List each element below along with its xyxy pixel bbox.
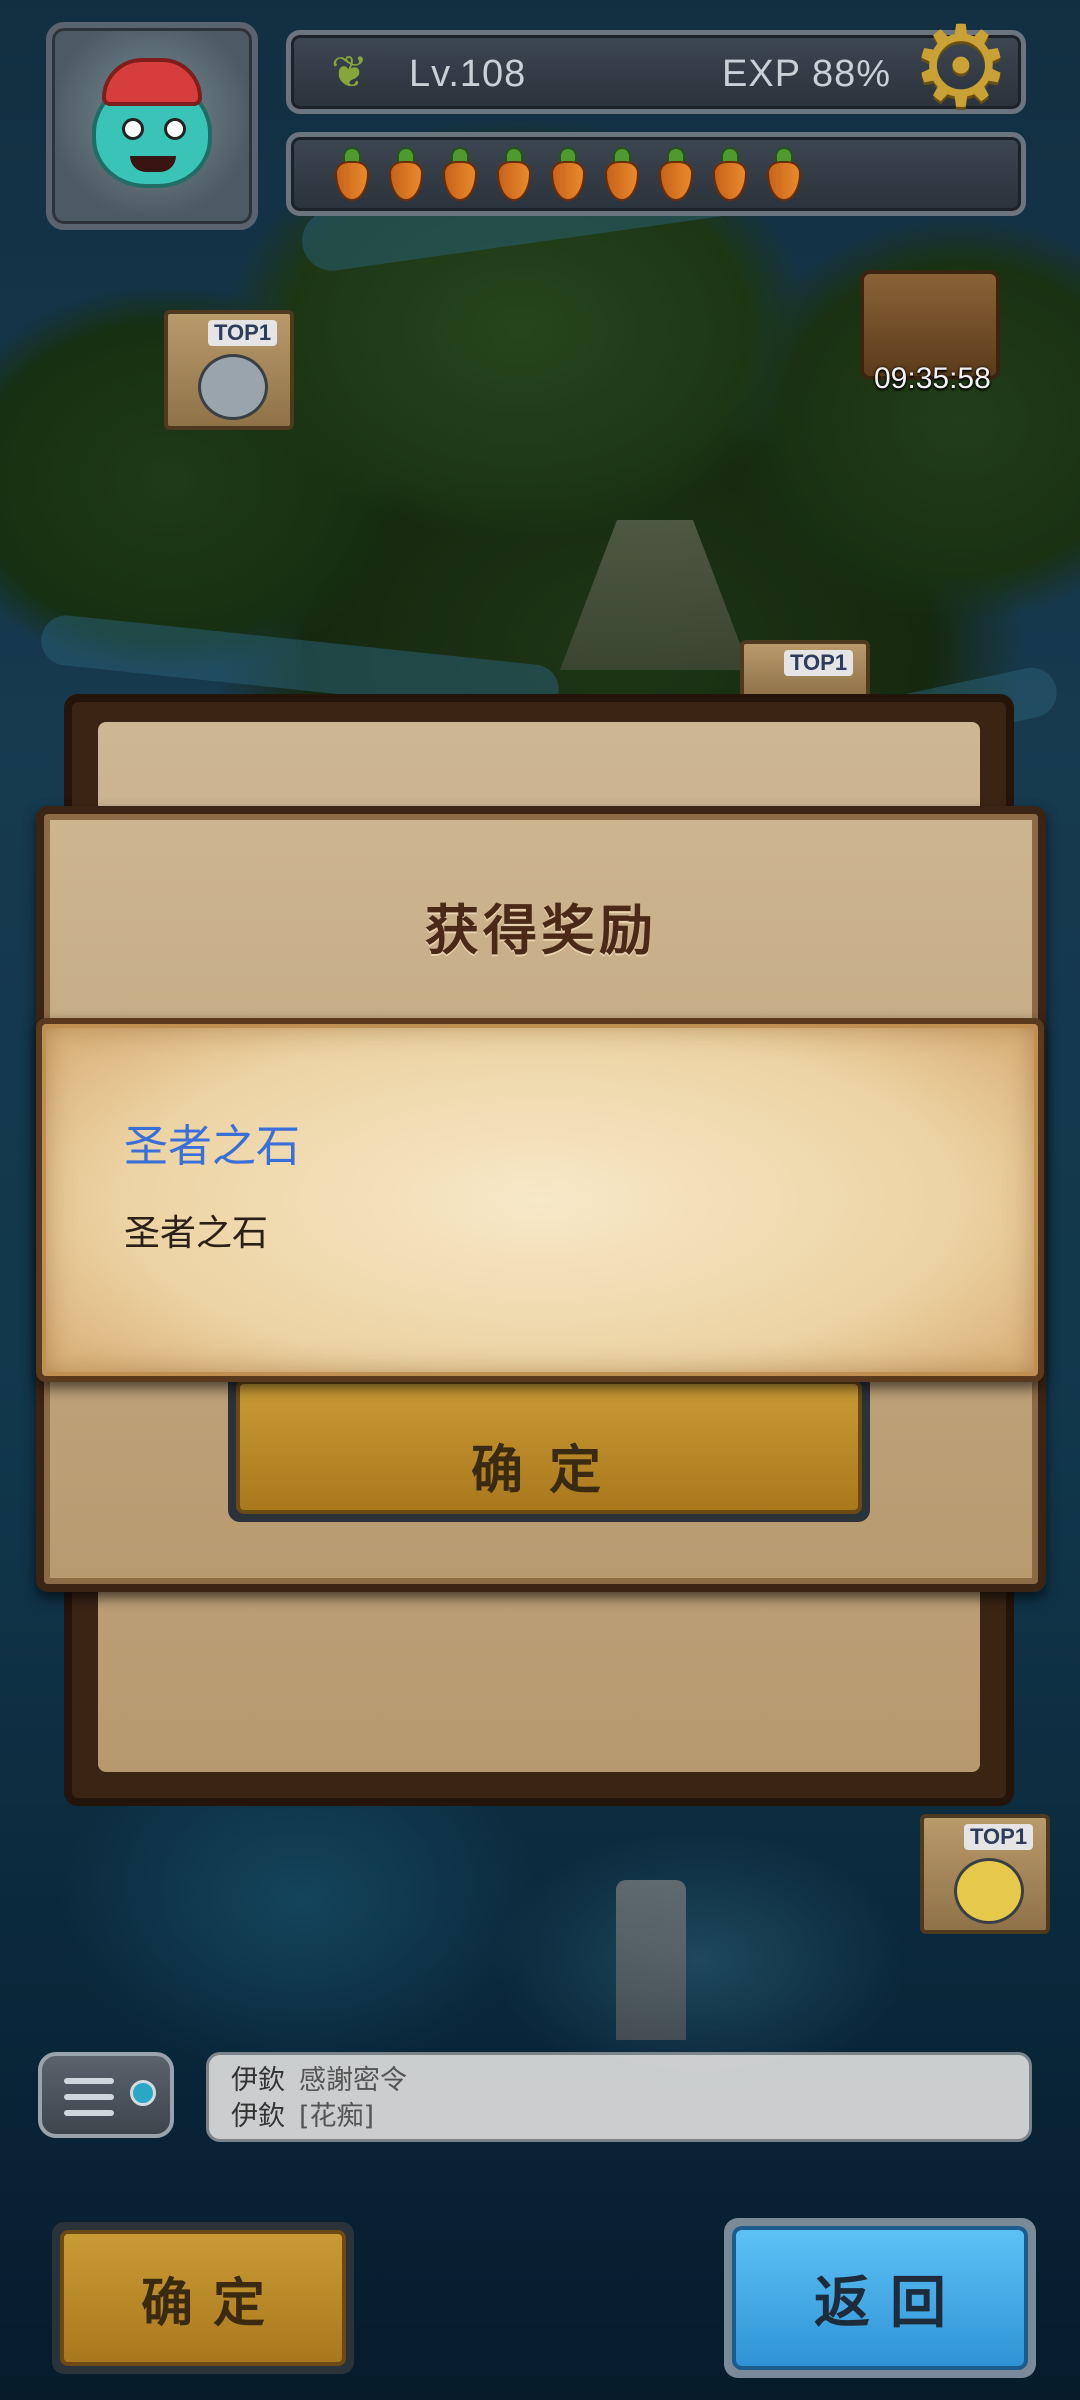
back-button[interactable]: 返回 [724,2218,1036,2378]
carrot-icon [385,147,427,201]
top-badge: TOP1 [784,650,854,676]
top-badge: TOP1 [208,320,278,346]
avatar-eye [164,118,186,140]
chat-sender: 伊欽 [231,2065,285,2096]
tree-icon: ❦ [331,47,368,98]
gear-icon[interactable]: ⚙ [906,11,1016,123]
top-badge: TOP1 [964,1824,1034,1850]
player-level: Lv.108 [409,53,527,95]
carrot-icon [547,147,589,201]
chat-text: 感謝密令 [299,2065,407,2096]
avatar-cap [102,58,202,106]
chat-preview[interactable]: 伊欽 感謝密令 伊欽 [花痴] [206,2052,1032,2142]
map-node-top1[interactable]: TOP1 [920,1814,1050,1934]
carrot-icon [655,147,697,201]
temple-landmark[interactable] [560,520,750,670]
knight-mascot-icon [198,354,268,420]
item-description: 圣者之石 [124,1213,269,1254]
carrot-icon [601,147,643,201]
stamina-bar [286,132,1026,216]
back-label: 返回 [732,2226,1028,2370]
dialog-title: 获得奖励 [425,899,657,962]
chat-message: 伊欽 感謝密令 [231,2063,1007,2099]
chat-text: [花痴] [299,2101,375,2132]
carrot-icon [331,147,373,201]
confirm-label: 确定 [60,2230,346,2366]
confirm-button[interactable]: 确定 [52,2222,354,2374]
tower-landmark[interactable] [616,1880,686,2040]
chest-timer: 09:35:58 [874,362,991,395]
chat-sender: 伊欽 [231,2101,285,2132]
explorer-mascot-icon [954,1858,1024,1924]
dialog-confirm-label: 确定 [236,1380,862,1514]
carrot-icon [709,147,751,201]
chat-message: 伊欽 [花痴] [231,2099,1007,2135]
carrot-icon [439,147,481,201]
carrot-icon [493,147,535,201]
carrot-icon [763,147,805,201]
map-node-top1[interactable]: TOP1 [164,310,294,430]
exp-percent: EXP 88% [722,53,891,95]
avatar-eye [122,118,144,140]
item-info-popup[interactable]: 圣者之石 圣者之石 [36,1018,1044,1382]
chat-toggle-button[interactable] [38,2052,174,2138]
item-name: 圣者之石 [124,1121,300,1172]
chat-indicator-icon [130,2080,156,2106]
dialog-confirm-button[interactable]: 确定 [228,1372,870,1522]
map-node-top1[interactable]: TOP1 [740,640,870,700]
player-avatar[interactable] [46,22,258,230]
